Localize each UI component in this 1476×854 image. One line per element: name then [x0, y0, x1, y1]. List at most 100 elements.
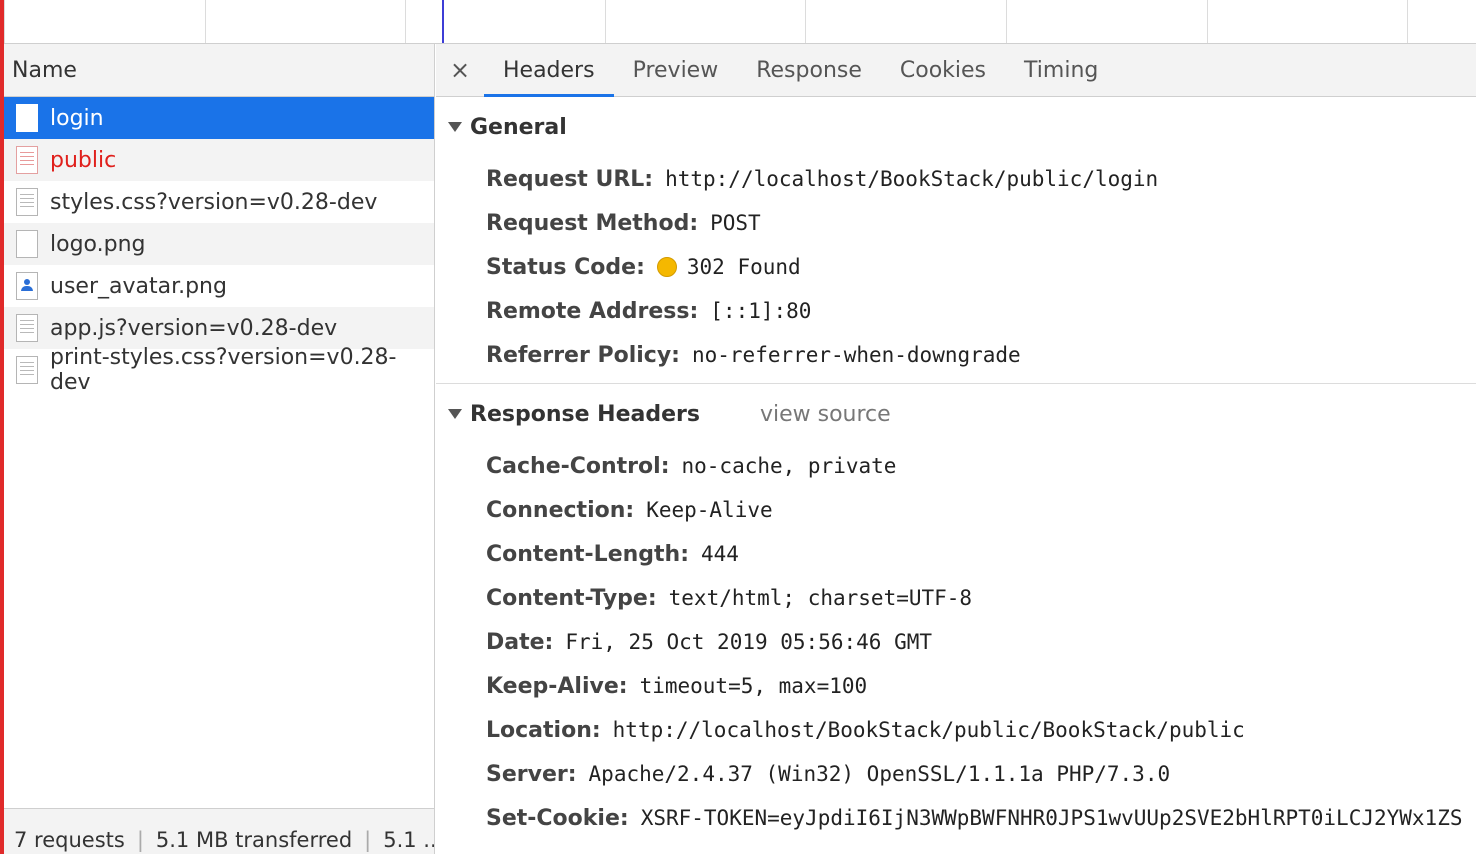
- request-row-login[interactable]: login: [4, 97, 434, 139]
- section-title: Response Headers: [470, 401, 700, 427]
- close-detail-button[interactable]: ×: [436, 44, 484, 96]
- header-key: Request Method:: [486, 210, 699, 236]
- tab-preview[interactable]: Preview: [614, 44, 738, 96]
- expand-triangle-icon: [448, 122, 462, 132]
- tab-label: Preview: [632, 57, 719, 83]
- header-key: Cache-Control:: [486, 453, 670, 479]
- timeline-gridline: [405, 0, 406, 43]
- timeline-gridline: [1006, 0, 1007, 43]
- request-row-user-avatar[interactable]: user_avatar.png: [4, 265, 434, 307]
- header-value: http://localhost/BookStack/public/BookSt…: [612, 718, 1245, 742]
- request-row-public[interactable]: public: [4, 139, 434, 181]
- view-source-link[interactable]: view source: [760, 402, 891, 427]
- header-row-request-url: Request URL: http://localhost/BookStack/…: [436, 157, 1476, 201]
- image-file-icon: [16, 230, 38, 258]
- request-list-pane: Name login public styles.css?version=v0.…: [4, 44, 435, 854]
- request-name: print-styles.css?version=v0.28-dev: [50, 345, 397, 395]
- request-name: app.js?version=v0.28-dev: [50, 315, 338, 341]
- header-key: Remote Address:: [486, 298, 699, 324]
- header-row-date: Date: Fri, 25 Oct 2019 05:56:46 GMT: [436, 620, 1476, 664]
- header-value: [::1]:80: [710, 299, 812, 323]
- header-value: 444: [701, 542, 739, 566]
- header-key: Referrer Policy:: [486, 342, 680, 368]
- request-row-print-styles[interactable]: print-styles.css?version=v0.28-dev: [4, 345, 434, 395]
- resources-size: 5.1 ...: [383, 828, 434, 852]
- tab-response[interactable]: Response: [737, 44, 881, 96]
- request-row-logo[interactable]: logo.png: [4, 223, 434, 265]
- request-row-styles[interactable]: styles.css?version=v0.28-dev: [4, 181, 434, 223]
- request-row-app-js[interactable]: app.js?version=v0.28-dev: [4, 307, 434, 349]
- document-icon: [16, 104, 38, 132]
- timeline-gridline: [1407, 0, 1408, 43]
- header-row-remote-address: Remote Address: [::1]:80: [436, 289, 1476, 333]
- document-icon: [16, 146, 38, 174]
- header-row-server: Server: Apache/2.4.37 (Win32) OpenSSL/1.…: [436, 752, 1476, 796]
- header-row-connection: Connection: Keep-Alive: [436, 488, 1476, 532]
- header-row-request-method: Request Method: POST: [436, 201, 1476, 245]
- header-key: Keep-Alive:: [486, 673, 628, 699]
- header-value: no-referrer-when-downgrade: [691, 343, 1021, 367]
- header-row-cache-control: Cache-Control: no-cache, private: [436, 444, 1476, 488]
- general-section-toggle[interactable]: General: [436, 97, 1476, 157]
- transferred-size: 5.1 MB transferred: [155, 828, 353, 852]
- header-key: Connection:: [486, 497, 635, 523]
- stylesheet-icon: [16, 188, 38, 216]
- request-name: user_avatar.png: [50, 273, 227, 299]
- timeline-load-marker: [442, 0, 444, 43]
- close-icon: ×: [449, 56, 471, 84]
- timeline-gridline: [805, 0, 806, 43]
- header-value: Apache/2.4.37 (Win32) OpenSSL/1.1.1a PHP…: [588, 762, 1171, 786]
- tab-cookies[interactable]: Cookies: [881, 44, 1005, 96]
- header-value: 302 Found: [686, 255, 801, 279]
- timeline-gridline: [605, 0, 606, 43]
- status-indicator-icon: [656, 257, 677, 277]
- header-row-content-type: Content-Type: text/html; charset=UTF-8: [436, 576, 1476, 620]
- tab-label: Timing: [1024, 57, 1099, 83]
- request-name: public: [50, 147, 117, 173]
- tab-label: Cookies: [899, 57, 987, 83]
- request-count: 7 requests: [14, 828, 125, 852]
- header-key: Content-Type:: [486, 585, 657, 611]
- header-value: POST: [710, 211, 761, 235]
- section-title: General: [470, 114, 567, 140]
- header-value: XSRF-TOKEN=eyJpdiI6IjN3WWpBWFNHR0JPS1wvU…: [640, 806, 1463, 830]
- name-column-header[interactable]: Name: [4, 44, 434, 97]
- request-detail-pane: × Headers Preview Response Cookies Timin…: [436, 44, 1476, 854]
- tab-label: Headers: [503, 57, 595, 83]
- header-row-content-length: Content-Length: 444: [436, 532, 1476, 576]
- tab-label: Response: [756, 57, 862, 83]
- summary-separator: |: [136, 828, 144, 852]
- request-list: login public styles.css?version=v0.28-de…: [4, 97, 434, 395]
- header-row-location: Location: http://localhost/BookStack/pub…: [436, 708, 1476, 752]
- request-name: logo.png: [50, 231, 146, 257]
- header-key: Server:: [486, 761, 577, 787]
- header-key: Content-Length:: [486, 541, 689, 567]
- header-value: timeout=5, max=100: [639, 674, 868, 698]
- network-timeline-overview[interactable]: [0, 0, 1476, 44]
- network-summary-bar: 7 requests | 5.1 MB transferred | 5.1 ..…: [4, 808, 434, 854]
- header-row-referrer-policy: Referrer Policy: no-referrer-when-downgr…: [436, 333, 1476, 377]
- tab-timing[interactable]: Timing: [1005, 44, 1117, 96]
- header-row-keep-alive: Keep-Alive: timeout=5, max=100: [436, 664, 1476, 708]
- timeline-gridline: [1207, 0, 1208, 43]
- response-headers-section: Response Headers view source Cache-Contr…: [436, 384, 1476, 840]
- header-value: Keep-Alive: [646, 498, 773, 522]
- header-row-set-cookie: Set-Cookie: XSRF-TOKEN=eyJpdiI6IjN3WWpBW…: [436, 796, 1476, 840]
- header-key: Date:: [486, 629, 554, 655]
- stylesheet-icon: [16, 356, 38, 384]
- script-icon: [16, 314, 38, 342]
- header-value: http://localhost/BookStack/public/login: [665, 167, 1159, 191]
- name-column-label: Name: [12, 57, 77, 83]
- header-key: Set-Cookie:: [486, 805, 629, 831]
- summary-separator: |: [364, 828, 372, 852]
- expand-triangle-icon: [448, 409, 462, 419]
- request-name: login: [50, 105, 104, 131]
- header-value: Fri, 25 Oct 2019 05:56:46 GMT: [565, 630, 932, 654]
- general-section: General Request URL: http://localhost/Bo…: [436, 97, 1476, 384]
- response-headers-toggle[interactable]: Response Headers view source: [436, 384, 1476, 444]
- request-name: styles.css?version=v0.28-dev: [50, 189, 378, 215]
- header-value: no-cache, private: [681, 454, 897, 478]
- tab-headers[interactable]: Headers: [484, 44, 614, 97]
- timeline-gridline: [4, 0, 5, 43]
- detail-tab-bar: × Headers Preview Response Cookies Timin…: [436, 44, 1476, 97]
